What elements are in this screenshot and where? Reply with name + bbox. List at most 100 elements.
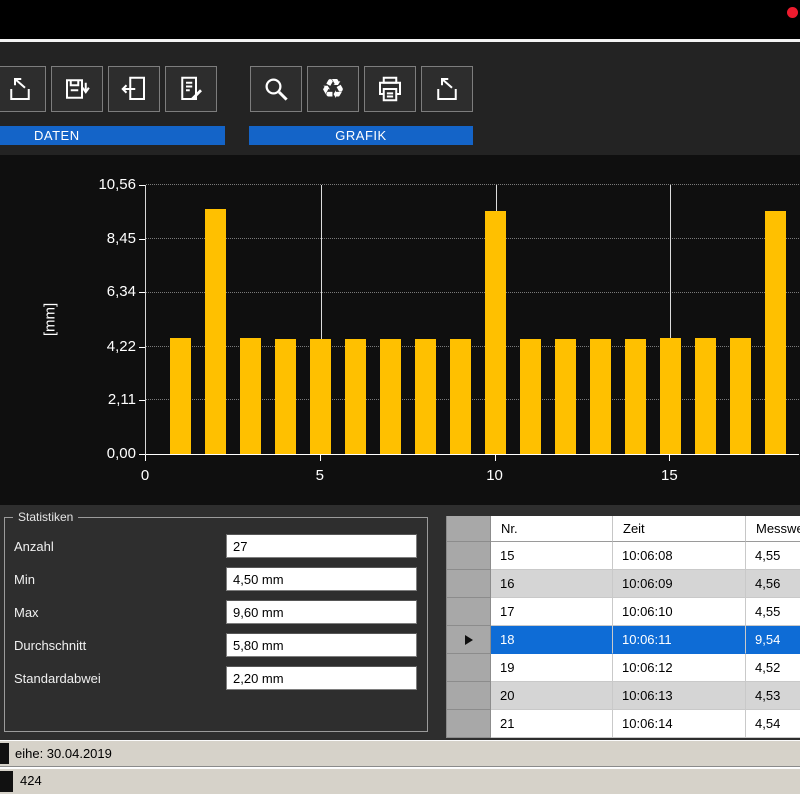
cell-col2-row17[interactable]: 4,55: [746, 598, 800, 626]
table-row-21[interactable]: 2110:06:144,54: [447, 710, 800, 738]
y-tick-mark: [139, 185, 145, 186]
cell-col0-row17[interactable]: 17: [491, 598, 613, 626]
bottom-margin: [0, 794, 800, 800]
cell-col2-row16[interactable]: 4,56: [746, 570, 800, 598]
cell-col1-row16[interactable]: 10:06:09: [613, 570, 746, 598]
x-tick-mark: [320, 455, 321, 461]
grid-corner-cell[interactable]: [447, 516, 491, 542]
statistics-fields: AnzahlMinMaxDurchschnittStandardabwei: [5, 518, 427, 690]
section-label-grafik: GRAFIK: [249, 126, 473, 145]
row-selector[interactable]: [447, 710, 491, 738]
selected-row-arrow-icon: [465, 635, 473, 645]
y-tick-label: 0,00: [72, 445, 136, 462]
column-header-0[interactable]: Nr.: [491, 516, 613, 542]
h-gridline: [146, 184, 799, 185]
table-header-row: Nr.ZeitMesswe: [447, 516, 800, 542]
cell-col1-row21[interactable]: 10:06:14: [613, 710, 746, 738]
cell-col0-row15[interactable]: 15: [491, 542, 613, 570]
save-data-button[interactable]: [51, 66, 103, 112]
x-tick-mark: [145, 455, 146, 461]
save-icon: [62, 74, 92, 104]
x-tick-label: 10: [486, 467, 503, 484]
row-selector[interactable]: [447, 654, 491, 682]
cell-col0-row16[interactable]: 16: [491, 570, 613, 598]
y-tick-label: 4,22: [72, 338, 136, 355]
table-row-18[interactable]: 1810:06:119,54: [447, 626, 800, 654]
cell-col1-row15[interactable]: 10:06:08: [613, 542, 746, 570]
bar-11: [520, 339, 541, 454]
cell-col1-row17[interactable]: 10:06:10: [613, 598, 746, 626]
row-selector[interactable]: [447, 598, 491, 626]
print-button[interactable]: [364, 66, 416, 112]
cell-col2-row15[interactable]: 4,55: [746, 542, 800, 570]
x-tick-label: 5: [316, 467, 324, 484]
bar-15: [660, 338, 681, 454]
load-data-button[interactable]: [0, 66, 46, 112]
row-selector[interactable]: [447, 682, 491, 710]
row-selector[interactable]: [447, 542, 491, 570]
stat-input-2[interactable]: [226, 600, 417, 624]
counter-text: 424: [20, 769, 42, 793]
bar-12: [555, 339, 576, 454]
y-tick-mark: [139, 292, 145, 293]
bar-4: [275, 339, 296, 454]
table-row-16[interactable]: 1610:06:094,56: [447, 570, 800, 598]
bar-18: [765, 211, 786, 454]
statusbar-series: eihe: 30.04.2019: [0, 740, 800, 767]
table-row-15[interactable]: 1510:06:084,55: [447, 542, 800, 570]
recycle-icon: ♻: [321, 76, 345, 103]
table-row-17[interactable]: 1710:06:104,55: [447, 598, 800, 626]
x-tick-label: 0: [141, 467, 149, 484]
cell-col0-row21[interactable]: 21: [491, 710, 613, 738]
cell-col2-row18[interactable]: 9,54: [746, 626, 800, 654]
import-icon: [432, 74, 462, 104]
series-date-text: eihe: 30.04.2019: [15, 741, 112, 766]
export-graphic-button[interactable]: [421, 66, 473, 112]
stat-label-4: Standardabwei: [14, 671, 226, 686]
report-button[interactable]: [165, 66, 217, 112]
stat-input-4[interactable]: [226, 666, 417, 690]
cell-col0-row19[interactable]: 19: [491, 654, 613, 682]
table-row-20[interactable]: 2010:06:134,53: [447, 682, 800, 710]
bar-1: [170, 338, 191, 454]
cell-col2-row21[interactable]: 4,54: [746, 710, 800, 738]
bar-14: [625, 339, 646, 454]
titlebar: [0, 0, 800, 39]
bar-17: [730, 338, 751, 454]
stat-label-0: Anzahl: [14, 539, 226, 554]
chart-plot-area: [145, 185, 799, 455]
clipped-icon: [0, 771, 13, 792]
bar-6: [345, 339, 366, 454]
report-icon: [176, 74, 206, 104]
x-tick-mark: [495, 455, 496, 461]
zoom-button[interactable]: [250, 66, 302, 112]
column-header-1[interactable]: Zeit: [613, 516, 746, 542]
cell-col1-row18[interactable]: 10:06:11: [613, 626, 746, 654]
record-indicator-icon: [787, 7, 798, 18]
column-header-2[interactable]: Messwe: [746, 516, 800, 542]
cell-col2-row19[interactable]: 4,52: [746, 654, 800, 682]
bar-10: [485, 211, 506, 454]
y-tick-label: 6,34: [72, 283, 136, 300]
y-tick-label: 2,11: [72, 391, 136, 408]
cell-col0-row20[interactable]: 20: [491, 682, 613, 710]
bar-5: [310, 339, 331, 454]
stat-input-3[interactable]: [226, 633, 417, 657]
cell-col1-row19[interactable]: 10:06:12: [613, 654, 746, 682]
stat-input-0[interactable]: [226, 534, 417, 558]
table-row-19[interactable]: 1910:06:124,52: [447, 654, 800, 682]
y-tick-mark: [139, 239, 145, 240]
cell-col0-row18[interactable]: 18: [491, 626, 613, 654]
bar-2: [205, 209, 226, 454]
stat-input-1[interactable]: [226, 567, 417, 591]
row-selector[interactable]: [447, 626, 491, 654]
row-selector[interactable]: [447, 570, 491, 598]
cell-col2-row20[interactable]: 4,53: [746, 682, 800, 710]
bar-9: [450, 339, 471, 454]
y-tick-label: 8,45: [72, 230, 136, 247]
cell-col1-row20[interactable]: 10:06:13: [613, 682, 746, 710]
x-tick-label: 15: [661, 467, 678, 484]
export-data-button[interactable]: [108, 66, 160, 112]
table-body: 1510:06:084,551610:06:094,561710:06:104,…: [447, 542, 800, 738]
refresh-button[interactable]: ♻: [307, 66, 359, 112]
